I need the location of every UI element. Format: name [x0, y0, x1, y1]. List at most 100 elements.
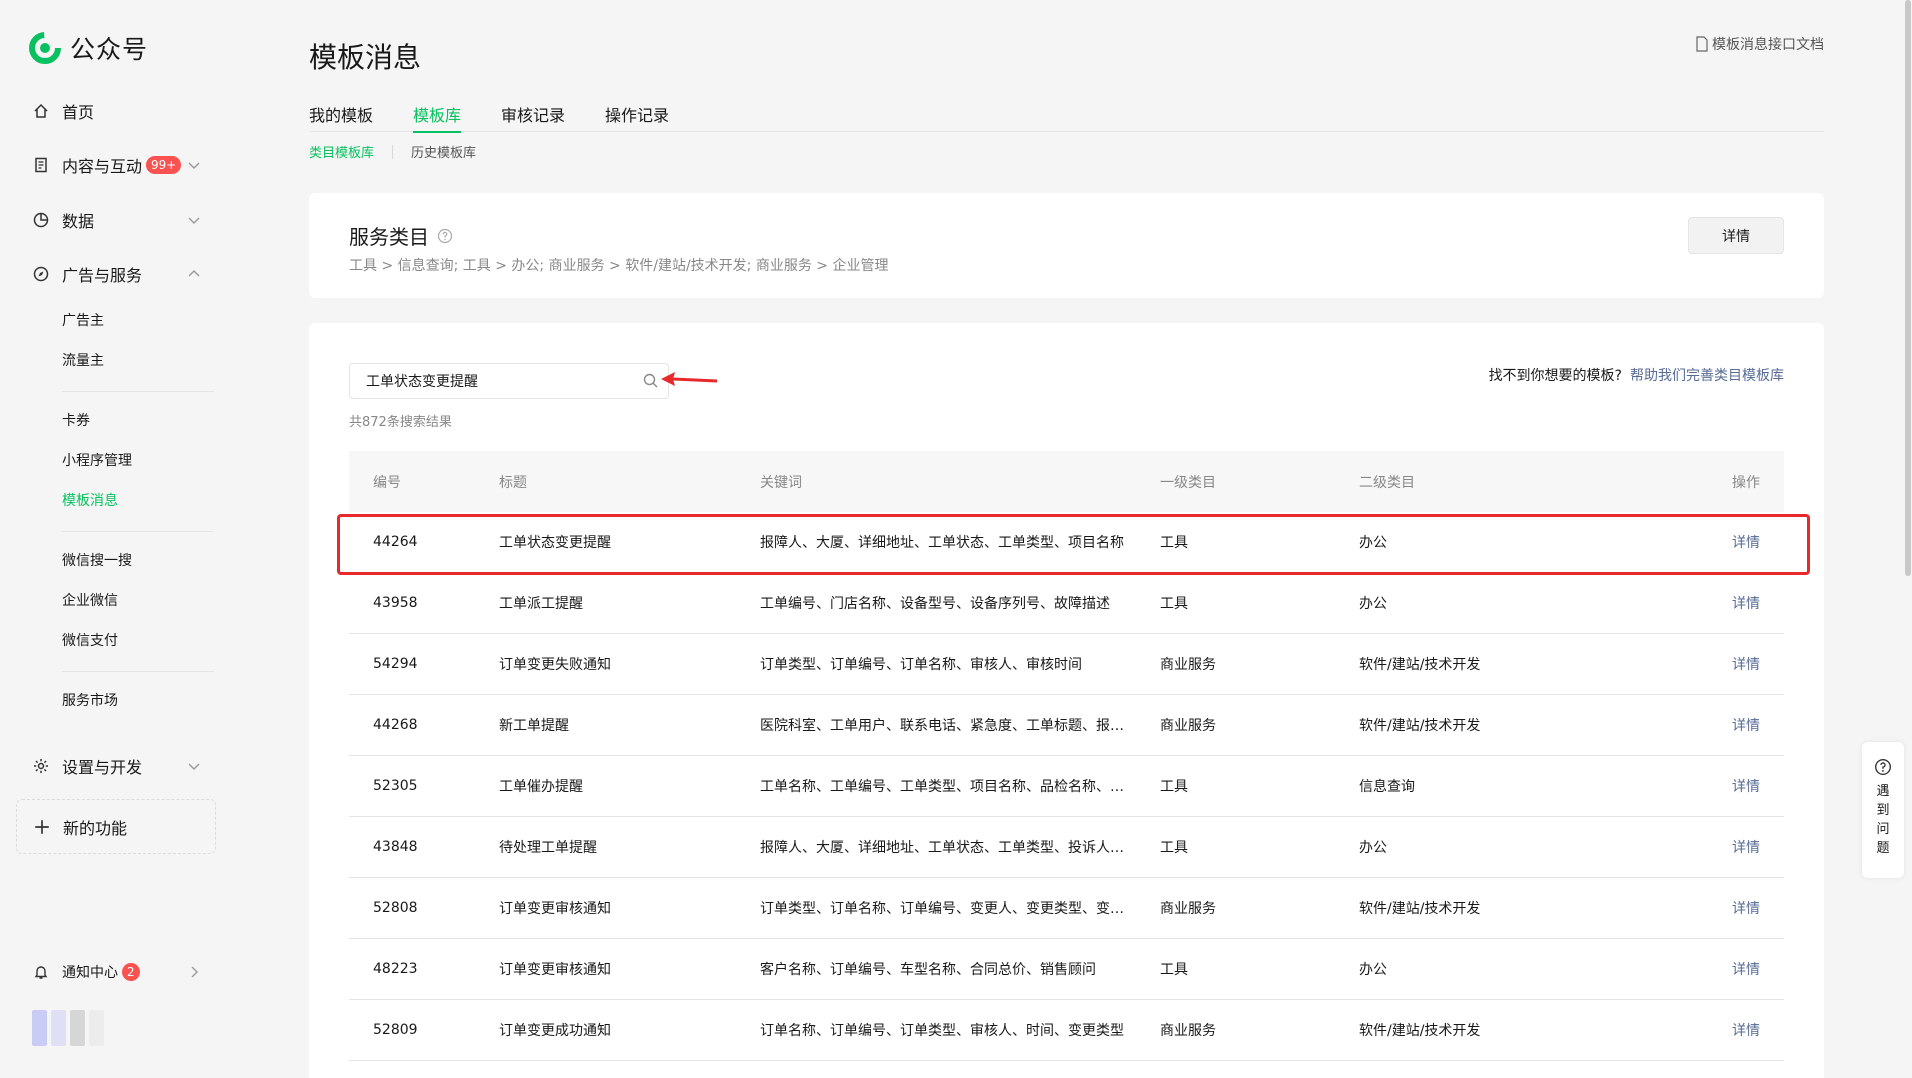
- main-tabs: 我的模板 模板库 审核记录 操作记录: [309, 102, 1824, 133]
- table-row: 52808 订单变更审核通知 订单类型、订单名称、订单编号、变更人、变更类型、变更时…: [349, 878, 1784, 939]
- nav-content[interactable]: 内容与互动 99+: [32, 150, 202, 180]
- cell-level2: 软件/建站/技术开发: [1359, 657, 1481, 673]
- feedback-link[interactable]: 帮助我们完善类目模板库: [1630, 368, 1784, 384]
- sidebar-divider: [62, 391, 214, 392]
- table-body: 44264 工单状态变更提醒 报障人、大厦、详细地址、工单状态、工单类型、项目名称工…: [349, 512, 1784, 1061]
- tab-review-records[interactable]: 审核记录: [501, 102, 565, 132]
- col-header-title: 标题: [499, 474, 527, 491]
- cell-keywords: 医院科室、工单用户、联系电话、紧急度、工单标题、报修时间: [760, 718, 1152, 734]
- feedback: 找不到你想要的模板? 帮助我们完善类目模板库: [1489, 365, 1784, 385]
- cell-keywords: 客户名称、订单编号、车型名称、合同总价、销售顾问: [760, 962, 1096, 978]
- col-header-level1: 一级类目: [1160, 474, 1216, 491]
- cell-id: 54294: [373, 656, 418, 672]
- search-input[interactable]: [350, 364, 642, 398]
- cell-detail-link[interactable]: 详情: [1684, 654, 1784, 674]
- table-header: 编号 标题 关键词 一级类目 二级类目 操作: [349, 451, 1784, 512]
- sidebar: 公众号 首页 内容与互动 99+ 数据 广告与服务 广告主 流量主 卡券 小程序…: [0, 0, 232, 1078]
- app-logo[interactable]: 公众号: [28, 30, 148, 66]
- cell-id: 52808: [373, 900, 418, 916]
- help-icon: [1875, 759, 1891, 775]
- cell-title: 订单变更审核通知: [499, 901, 611, 917]
- subtab-category-library[interactable]: 类目模板库: [309, 142, 374, 161]
- nav-home[interactable]: 首页: [32, 96, 202, 126]
- table-row: 43848 待处理工单提醒 报障人、大厦、详细地址、工单状态、工单类型、投诉人电话 工…: [349, 817, 1784, 878]
- category-breadcrumb: 工具 > 信息查询; 工具 > 办公; 商业服务 > 软件/建站/技术开发; 商…: [349, 258, 889, 274]
- nav-wechat-pay[interactable]: 微信支付: [62, 630, 118, 652]
- subtab-divider: [392, 144, 394, 159]
- content-badge: 99+: [146, 156, 182, 174]
- search-box: [349, 363, 669, 399]
- table-row: 54294 订单变更失败通知 订单类型、订单编号、订单名称、审核人、审核时间 商业服务…: [349, 634, 1784, 695]
- chevron-up-icon: [188, 270, 200, 277]
- sub-tabs: 类目模板库 历史模板库: [309, 142, 476, 161]
- doc-link[interactable]: 模板消息接口文档: [1695, 34, 1824, 54]
- sidebar-divider: [62, 671, 214, 672]
- nav-settings[interactable]: 设置与开发: [32, 751, 202, 781]
- red-arrow-annotation: [661, 372, 718, 386]
- nav-wechat-search[interactable]: 微信搜一搜: [62, 550, 132, 572]
- doc-link-label: 模板消息接口文档: [1712, 37, 1824, 53]
- nav-ads[interactable]: 广告与服务: [32, 259, 202, 289]
- nav-cards[interactable]: 卡券: [62, 410, 90, 432]
- cell-id: 52305: [373, 778, 418, 794]
- nav-miniprogram[interactable]: 小程序管理: [62, 450, 132, 472]
- cell-title: 工单状态变更提醒: [499, 535, 611, 551]
- nav-service-market[interactable]: 服务市场: [62, 690, 118, 712]
- cell-level2: 办公: [1359, 535, 1387, 551]
- cell-keywords: 报障人、大厦、详细地址、工单状态、工单类型、投诉人电话: [760, 840, 1138, 856]
- document-icon: [32, 156, 50, 174]
- cell-title: 工单派工提醒: [499, 596, 583, 612]
- chevron-down-icon: [188, 162, 200, 169]
- nav-publisher[interactable]: 流量主: [62, 350, 104, 372]
- cell-level1: 工具: [1160, 962, 1188, 978]
- help-icon[interactable]: [437, 228, 453, 244]
- cell-keywords: 工单编号、门店名称、设备型号、设备序列号、故障描述: [760, 596, 1110, 612]
- nav-home-label: 首页: [62, 103, 95, 122]
- bell-icon: [32, 963, 50, 981]
- nav-data[interactable]: 数据: [32, 205, 202, 235]
- cell-level1: 商业服务: [1160, 1023, 1216, 1039]
- cell-detail-link[interactable]: 详情: [1684, 593, 1784, 613]
- cell-detail-link[interactable]: 详情: [1684, 715, 1784, 735]
- new-feature-button[interactable]: 新的功能: [16, 799, 216, 854]
- nav-template-message[interactable]: 模板消息: [62, 490, 118, 512]
- tab-template-library[interactable]: 模板库: [413, 102, 462, 133]
- cell-detail-link[interactable]: 详情: [1684, 776, 1784, 796]
- scrollbar[interactable]: [1905, 0, 1911, 576]
- nav-advertiser[interactable]: 广告主: [62, 310, 104, 332]
- nav-notifications[interactable]: 通知中心 2: [32, 957, 202, 987]
- col-header-keywords: 关键词: [760, 474, 802, 491]
- template-table: 编号 标题 关键词 一级类目 二级类目 操作 44264 工单状态变更提醒报障人、…: [337, 451, 1810, 1061]
- category-detail-button[interactable]: 详情: [1688, 217, 1784, 254]
- cell-title: 订单变更失败通知: [499, 657, 611, 673]
- cell-detail-link[interactable]: 详情: [1684, 959, 1784, 979]
- help-float-label: 遇到问题: [1876, 784, 1890, 856]
- tab-my-templates[interactable]: 我的模板: [309, 102, 373, 132]
- notification-badge: 2: [122, 963, 140, 981]
- cell-level2: 办公: [1359, 840, 1387, 856]
- cell-detail-link[interactable]: 详情: [1684, 837, 1784, 857]
- cell-detail-link[interactable]: 详情: [1684, 898, 1784, 918]
- nav-content-label: 内容与互动: [62, 157, 143, 176]
- tab-operation-records[interactable]: 操作记录: [605, 102, 669, 132]
- search-icon[interactable]: [642, 372, 660, 390]
- subtab-history-library[interactable]: 历史模板库: [411, 142, 476, 161]
- cell-level2: 软件/建站/技术开发: [1359, 718, 1481, 734]
- cell-detail-link[interactable]: 详情: [1684, 532, 1784, 552]
- cell-level1: 工具: [1160, 535, 1188, 551]
- table-row: 43958 工单派工提醒 工单编号、门店名称、设备型号、设备序列号、故障描述 工具 办公…: [349, 573, 1784, 634]
- category-title-text: 服务类目: [349, 225, 429, 249]
- main-content: 模板消息 模板消息接口文档 我的模板 模板库 审核记录 操作记录 类目模板库 历…: [309, 0, 1824, 1078]
- nav-wecom[interactable]: 企业微信: [62, 590, 118, 612]
- cell-id: 43848: [373, 839, 418, 855]
- cell-id: 52809: [373, 1022, 418, 1038]
- template-list-card: 共872条搜索结果 找不到你想要的模板? 帮助我们完善类目模板库 编号 标题 关键…: [309, 323, 1824, 1078]
- cell-keywords: 订单类型、订单编号、订单名称、审核人、审核时间: [760, 657, 1082, 673]
- cell-title: 待处理工单提醒: [499, 840, 597, 856]
- help-float-button[interactable]: 遇到问题: [1862, 742, 1904, 878]
- chevron-right-icon: [191, 966, 198, 978]
- avatar[interactable]: [32, 1010, 104, 1046]
- app-name: 公众号: [70, 35, 149, 64]
- cell-id: 44264: [373, 534, 418, 550]
- cell-detail-link[interactable]: 详情: [1684, 1020, 1784, 1040]
